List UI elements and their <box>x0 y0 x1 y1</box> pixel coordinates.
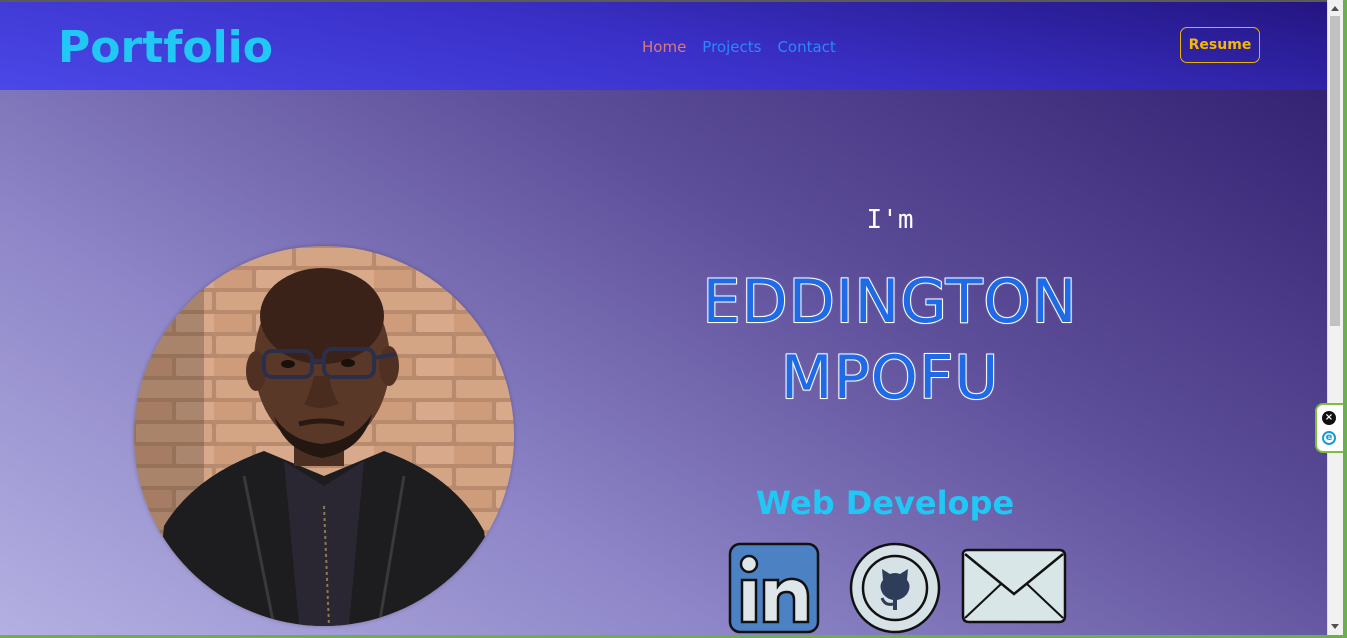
resume-button[interactable]: Resume <box>1180 27 1260 63</box>
hero-name: EDDINGTON MPOFU <box>600 264 1180 416</box>
hero-name-line2: MPOFU <box>780 342 1000 414</box>
extension-logo-icon[interactable]: e <box>1322 431 1336 445</box>
linkedin-link[interactable] <box>728 542 820 635</box>
hero-role: Web Develope <box>755 484 1015 522</box>
nav-home-link[interactable]: Home <box>642 36 686 58</box>
vertical-scrollbar[interactable] <box>1327 0 1343 635</box>
profile-photo <box>134 246 514 626</box>
nav-contact-link[interactable]: Contact <box>777 36 835 58</box>
github-icon <box>849 542 941 634</box>
linkedin-icon <box>728 542 820 634</box>
scroll-thumb[interactable] <box>1330 16 1340 326</box>
github-link[interactable] <box>849 542 941 635</box>
window-border-right <box>1343 0 1347 638</box>
scroll-up-arrow-icon[interactable] <box>1331 6 1339 11</box>
page-viewport: Portfolio Home Projects Contact Resume I… <box>0 0 1327 635</box>
extension-widget: × e <box>1315 403 1343 453</box>
extension-close-icon[interactable]: × <box>1322 411 1336 425</box>
email-icon <box>961 548 1067 624</box>
email-link[interactable] <box>959 542 1069 630</box>
hero-name-line1: EDDINGTON <box>701 266 1078 338</box>
site-header: Portfolio Home Projects Contact Resume <box>0 2 1327 90</box>
intro-text: I'm <box>866 205 914 235</box>
scroll-down-arrow-icon[interactable] <box>1331 624 1339 629</box>
nav-projects-link[interactable]: Projects <box>702 36 761 58</box>
site-logo[interactable]: Portfolio <box>58 18 273 78</box>
main-nav: Home Projects Contact <box>642 36 836 58</box>
